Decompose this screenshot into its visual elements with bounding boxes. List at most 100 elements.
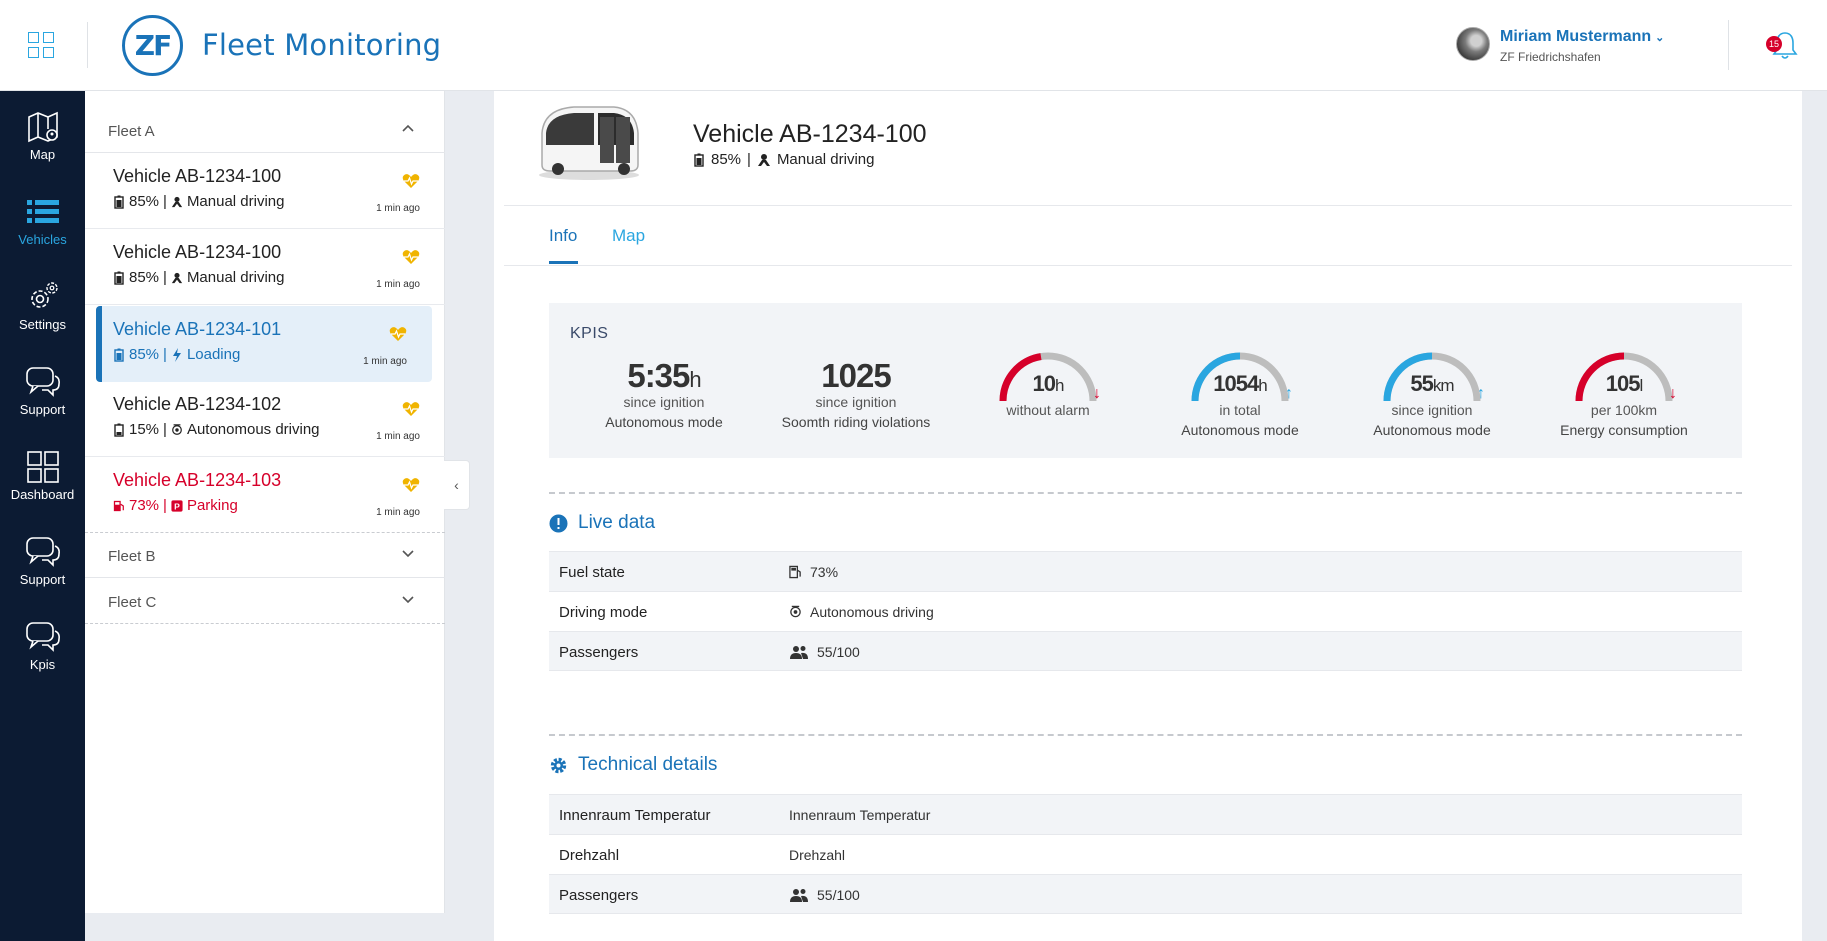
chevron-left-icon[interactable]: ‹ — [454, 477, 459, 493]
last-update-time: 1 min ago — [376, 431, 420, 442]
kpi-label: without alarm — [1006, 402, 1090, 418]
fleet-a-header[interactable]: Fleet A — [85, 109, 445, 153]
battery-level: 85% — [711, 151, 742, 168]
data-row: Innenraum Temperatur Innenraum Temperatu… — [549, 794, 1742, 834]
kpi-panel: KPIS 5:35h since ignition Autonomous mod… — [549, 303, 1742, 458]
collapse-panel-button[interactable]: ‹ — [444, 460, 470, 510]
kpi-title: KPIS — [570, 325, 609, 342]
nav-item-support[interactable]: Support — [0, 364, 85, 434]
avatar[interactable] — [1456, 27, 1490, 61]
passengers-value: 55/100 — [817, 644, 860, 660]
chevron-down-icon[interactable] — [401, 546, 415, 560]
data-value: 55/100 — [789, 644, 860, 660]
nav-item-kpis[interactable]: Kpis — [0, 619, 85, 689]
chevron-up-icon[interactable] — [401, 121, 415, 135]
fleet-name: Fleet C — [108, 594, 157, 611]
driver-icon — [171, 272, 183, 283]
kpi-violations: 1025 since ignition Soomth riding violat… — [761, 356, 951, 430]
heartbeat-icon — [402, 174, 420, 188]
driving-mode: Manual driving — [186, 193, 285, 210]
battery-level: 85% — [129, 269, 160, 286]
data-key: Fuel state — [559, 564, 625, 581]
separator: | — [163, 497, 167, 514]
list-icon — [26, 200, 59, 223]
nav-label: Vehicles — [18, 232, 67, 247]
chat-icon — [25, 537, 60, 567]
notification-badge[interactable]: 15 — [1766, 36, 1782, 52]
data-row: Driving mode Autonomous driving — [549, 591, 1742, 631]
arrow-up-icon: ↑ — [1285, 385, 1293, 402]
people-icon — [790, 889, 808, 902]
parking-icon: P — [171, 499, 183, 512]
user-organization: ZF Friedrichshafen — [1500, 50, 1601, 64]
heartbeat-icon — [402, 478, 420, 492]
vehicle-list-item[interactable]: Vehicle AB-1234-102 15% | Autonomous driv… — [85, 381, 445, 457]
nav-item-map[interactable]: Map — [0, 109, 85, 179]
kpi-unit: h — [1055, 376, 1065, 395]
nav-item-settings[interactable]: Settings — [0, 279, 85, 349]
section-title: Technical details — [578, 754, 718, 775]
separator: | — [163, 269, 167, 286]
driver-icon — [757, 153, 770, 166]
data-value: Innenraum Temperatur — [789, 807, 931, 823]
nav-item-dashboard[interactable]: Dashboard — [0, 449, 85, 519]
driving-mode: Manual driving — [776, 151, 875, 168]
zf-logo: ZF — [122, 15, 183, 76]
kpi-sublabel: Energy consumption — [1560, 422, 1688, 438]
kpi-value: 105 — [1605, 371, 1641, 396]
kpi-ignition-time: 5:35h since ignition Autonomous mode — [569, 356, 759, 430]
map-icon — [27, 111, 58, 143]
heartbeat-icon — [402, 250, 420, 264]
nav-label: Dashboard — [10, 487, 75, 502]
fuel-level: 73% — [129, 497, 160, 514]
data-row: Passengers 55/100 — [549, 874, 1742, 914]
chevron-down-icon[interactable]: ⌄ — [1655, 31, 1664, 44]
data-row: Fuel state 73% — [549, 551, 1742, 591]
driving-mode: Loading — [186, 346, 241, 363]
chevron-down-icon[interactable] — [401, 592, 415, 606]
vehicle-list-item-selected[interactable]: Vehicle AB-1234-101 85% | Loading 1 min a… — [96, 306, 432, 382]
fuel-icon — [789, 565, 801, 579]
fleet-b-header[interactable]: Fleet B — [85, 534, 445, 578]
separator: | — [747, 151, 751, 168]
arrow-down-icon: ↓ — [1669, 385, 1677, 402]
user-menu[interactable]: Miriam Mustermann ⌄ — [1500, 28, 1664, 46]
user-name[interactable]: Miriam Mustermann — [1500, 28, 1651, 45]
kpi-value: 1054 — [1213, 371, 1259, 396]
last-update-time: 1 min ago — [376, 279, 420, 290]
nav-label: Map — [29, 147, 56, 162]
tab-info[interactable]: Info — [549, 226, 577, 246]
vehicle-detail: Vehicle AB-1234-100 85% | Manual driving… — [494, 91, 1802, 941]
data-key: Innenraum Temperatur — [559, 807, 711, 824]
last-update-time: 1 min ago — [376, 507, 420, 518]
data-key: Passengers — [559, 887, 639, 904]
vehicle-list-item-alert[interactable]: Vehicle AB-1234-103 73% | P Parking 1 min… — [85, 457, 445, 533]
arrow-down-icon: ↓ — [1093, 385, 1101, 402]
driving-mode: Parking — [186, 497, 238, 514]
fleet-c-header[interactable]: Fleet C — [85, 580, 445, 624]
data-value: Drehzahl — [789, 847, 846, 863]
kpi-label: per 100km — [1590, 402, 1658, 418]
last-update-time: 1 min ago — [363, 356, 407, 367]
autonomous-icon — [172, 423, 182, 435]
driving-mode: Manual driving — [186, 269, 285, 286]
apps-grid-icon[interactable] — [28, 32, 54, 58]
vehicle-list-item[interactable]: Vehicle AB-1234-100 85% | Manual driving … — [85, 229, 445, 305]
vehicle-name: Vehicle AB-1234-101 — [113, 319, 282, 339]
passengers-value: 55/100 — [817, 887, 860, 903]
last-update-time: 1 min ago — [376, 203, 420, 214]
tab-map[interactable]: Map — [612, 226, 645, 246]
dashboard-icon — [26, 451, 59, 483]
vehicle-list-item[interactable]: Vehicle AB-1234-100 85% | Manual driving … — [85, 153, 445, 229]
nav-item-support-2[interactable]: Support — [0, 534, 85, 604]
fleet-name: Fleet A — [108, 123, 155, 140]
kpi-gauge-alarm: 10h ↓ without alarm — [953, 351, 1143, 418]
vehicle-status: 85% | Manual driving — [113, 193, 285, 210]
nav-item-vehicles[interactable]: Vehicles — [0, 194, 85, 264]
kpi-sublabel: Autonomous mode — [1181, 422, 1299, 438]
section-title: Live data — [578, 512, 656, 533]
kpi-sublabel: Autonomous mode — [605, 414, 723, 430]
kpi-unit: l — [1639, 376, 1643, 395]
top-bar: ZF Fleet Monitoring Miriam Mustermann ⌄ Z… — [0, 0, 1827, 91]
chat-icon — [25, 367, 60, 397]
